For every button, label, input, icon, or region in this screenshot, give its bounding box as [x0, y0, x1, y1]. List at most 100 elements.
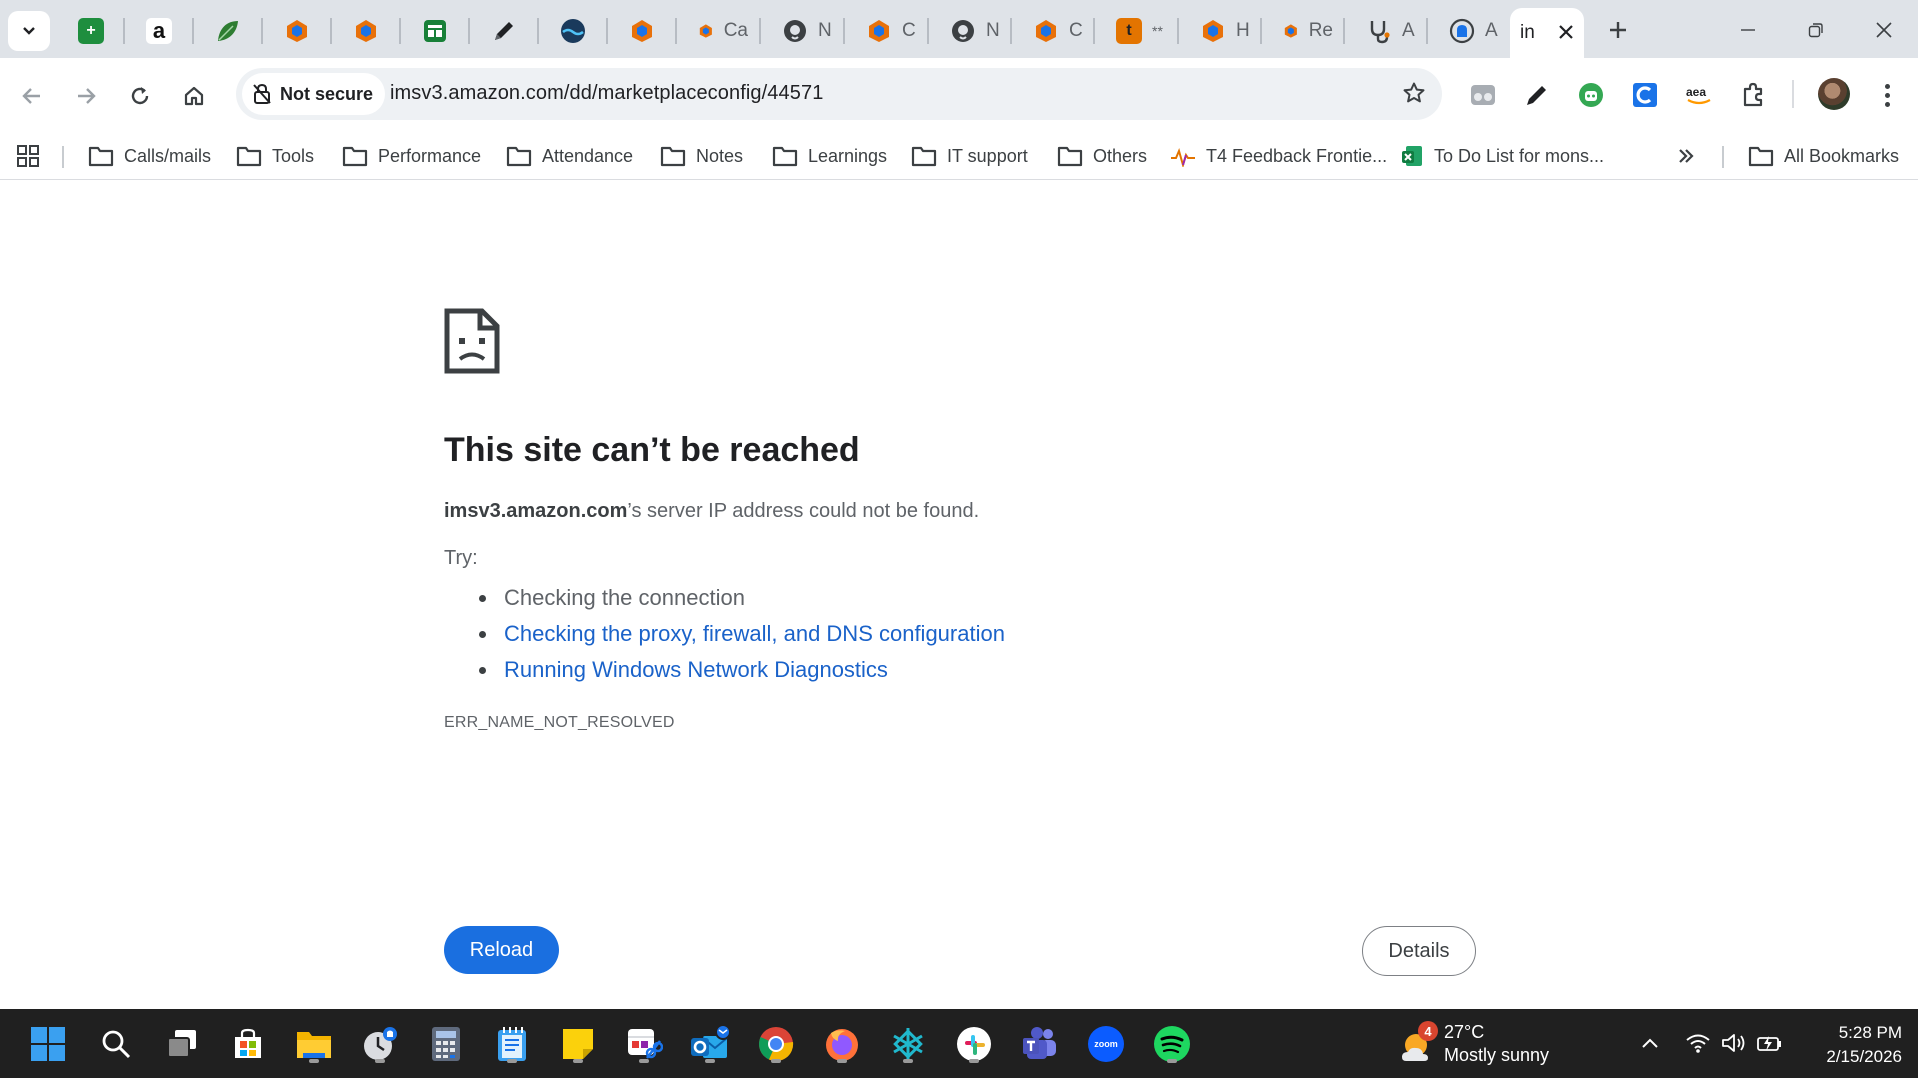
network-button[interactable] [1684, 1029, 1712, 1057]
reload-button[interactable]: Reload [444, 926, 559, 974]
weather-widget[interactable]: 4 27°C Mostly sunny [1398, 1021, 1598, 1067]
all-bookmarks-button[interactable]: All Bookmarks [1748, 140, 1899, 172]
error-page: This site can’t be reached imsv3.amazon.… [0, 181, 1918, 1009]
tab[interactable]: + [62, 10, 118, 52]
bookmark-folder-performance[interactable]: Performance [342, 140, 481, 172]
tab[interactable]: Re [1267, 10, 1333, 52]
bookmark-t4-feedback[interactable]: T4 Feedback Frontie... [1170, 140, 1387, 172]
bookmark-label: Calls/mails [124, 145, 212, 166]
taskbar-sticky-notes[interactable] [556, 1022, 600, 1066]
tab[interactable] [544, 10, 600, 52]
restore-button[interactable] [1786, 10, 1846, 50]
tab[interactable]: N [934, 10, 1000, 52]
extension-button[interactable] [1520, 78, 1554, 112]
battery-button[interactable] [1756, 1029, 1784, 1057]
bookmark-folder-tools[interactable]: Tools [236, 140, 314, 172]
task-view-button[interactable] [160, 1022, 204, 1066]
google-sheets-icon: + [78, 18, 104, 44]
quicksight-icon [869, 20, 889, 42]
taskbar-calculator[interactable] [424, 1022, 468, 1066]
bookmark-star-button[interactable] [1402, 81, 1426, 110]
taskbar-notepad[interactable] [490, 1022, 534, 1066]
close-tab-button[interactable] [1558, 20, 1574, 46]
suggestion-network-diagnostics-link[interactable]: Running Windows Network Diagnostics [475, 652, 1005, 688]
bookmark-label: Performance [378, 145, 482, 166]
taskbar-spotify[interactable] [1150, 1022, 1194, 1066]
taskbar-slack[interactable] [952, 1022, 996, 1066]
taskbar-teams[interactable] [1018, 1022, 1062, 1066]
minimize-button[interactable] [1718, 10, 1778, 50]
taskbar-microsoft-store[interactable] [226, 1022, 270, 1066]
taskbar-perplexity[interactable] [886, 1022, 930, 1066]
suggestion-check-connection: Checking the connection [475, 580, 1005, 616]
tab[interactable]: H [1184, 10, 1250, 52]
taskbar-search-button[interactable] [94, 1022, 138, 1066]
taskbar-firefox[interactable] [820, 1022, 864, 1066]
apps-button[interactable] [16, 140, 40, 172]
show-hidden-icons-button[interactable] [1636, 1029, 1664, 1057]
bookmark-folder-notes[interactable]: Notes [660, 140, 743, 172]
extension-button[interactable]: aea [1682, 78, 1716, 112]
tab[interactable]: C [850, 10, 916, 52]
tab[interactable] [337, 10, 393, 52]
extension-button[interactable] [1466, 78, 1500, 112]
profile-avatar[interactable] [1818, 78, 1850, 110]
taskbar-outlook[interactable] [688, 1022, 732, 1066]
tab-search-button[interactable] [8, 11, 50, 51]
bell-logo-icon [1449, 18, 1475, 44]
quicksight-icon [356, 20, 376, 42]
tab[interactable] [406, 10, 462, 52]
extension-button[interactable] [1574, 78, 1608, 112]
bookmark-folder-others[interactable]: Others [1057, 140, 1147, 172]
taskbar-file-explorer[interactable] [292, 1022, 336, 1066]
volume-button[interactable] [1720, 1029, 1748, 1057]
taskbar-clock[interactable]: 5:28 PM 2/15/2026 [1800, 1021, 1902, 1069]
pen-icon [1527, 86, 1546, 105]
bookmark-folder-learnings[interactable]: Learnings [772, 140, 887, 172]
forward-button[interactable] [64, 74, 108, 118]
bookmark-folder-calls-mails[interactable]: Calls/mails [88, 140, 211, 172]
tab[interactable] [475, 10, 531, 52]
tab[interactable] [613, 10, 669, 52]
extension-button[interactable] [1628, 78, 1662, 112]
tab-active[interactable]: in [1510, 8, 1584, 58]
tab[interactable] [268, 10, 324, 52]
taskbar-zoom[interactable]: zoom [1084, 1022, 1128, 1066]
tab-divider [192, 18, 194, 44]
bookmark-folder-it-support[interactable]: IT support [911, 140, 1028, 172]
start-button[interactable] [26, 1022, 70, 1066]
site-info-button[interactable]: Not secure [242, 73, 386, 115]
home-button[interactable] [172, 74, 216, 118]
github-icon [784, 20, 806, 42]
browser-menu-button[interactable] [1872, 78, 1902, 112]
tab[interactable]: C [1017, 10, 1083, 52]
tab[interactable]: A [1433, 10, 1499, 52]
tab[interactable]: N [766, 10, 832, 52]
address-bar[interactable]: Not secure imsv3.amazon.com/dd/marketpla… [236, 68, 1442, 120]
extensions-menu-button[interactable] [1736, 78, 1770, 112]
tab[interactable]: Ca [682, 10, 748, 52]
tab-title: in [1520, 22, 1535, 43]
reload-toolbar-button[interactable] [118, 74, 162, 118]
close-window-button[interactable] [1854, 10, 1914, 50]
wifi-icon [1686, 1034, 1710, 1053]
more-bookmarks-button[interactable] [1676, 140, 1696, 172]
tab[interactable]: t ** [1100, 10, 1170, 52]
tab[interactable]: A [1350, 10, 1416, 52]
tab-divider [606, 18, 608, 44]
folder-icon [911, 146, 937, 167]
bookmark-folder-attendance[interactable]: Attendance [506, 140, 633, 172]
tab-strip: + a Ca N C N C t ** H Re A A in [0, 0, 1918, 58]
back-button[interactable] [10, 74, 54, 118]
taskbar-snipping-tool[interactable] [622, 1022, 666, 1066]
taskbar-clock-app[interactable] [358, 1022, 402, 1066]
tab-divider [1010, 18, 1012, 44]
suggestion-proxy-firewall-dns-link[interactable]: Checking the proxy, firewall, and DNS co… [475, 616, 1005, 652]
tab[interactable] [199, 10, 255, 52]
bookmark-to-do-list[interactable]: To Do List for mons... [1400, 140, 1604, 172]
tab[interactable]: a [130, 10, 186, 52]
taskbar-chrome[interactable] [754, 1022, 798, 1066]
new-tab-button[interactable] [1598, 12, 1638, 48]
details-button[interactable]: Details [1362, 926, 1476, 976]
url-text[interactable]: imsv3.amazon.com/dd/marketplaceconfig/44… [390, 82, 823, 105]
